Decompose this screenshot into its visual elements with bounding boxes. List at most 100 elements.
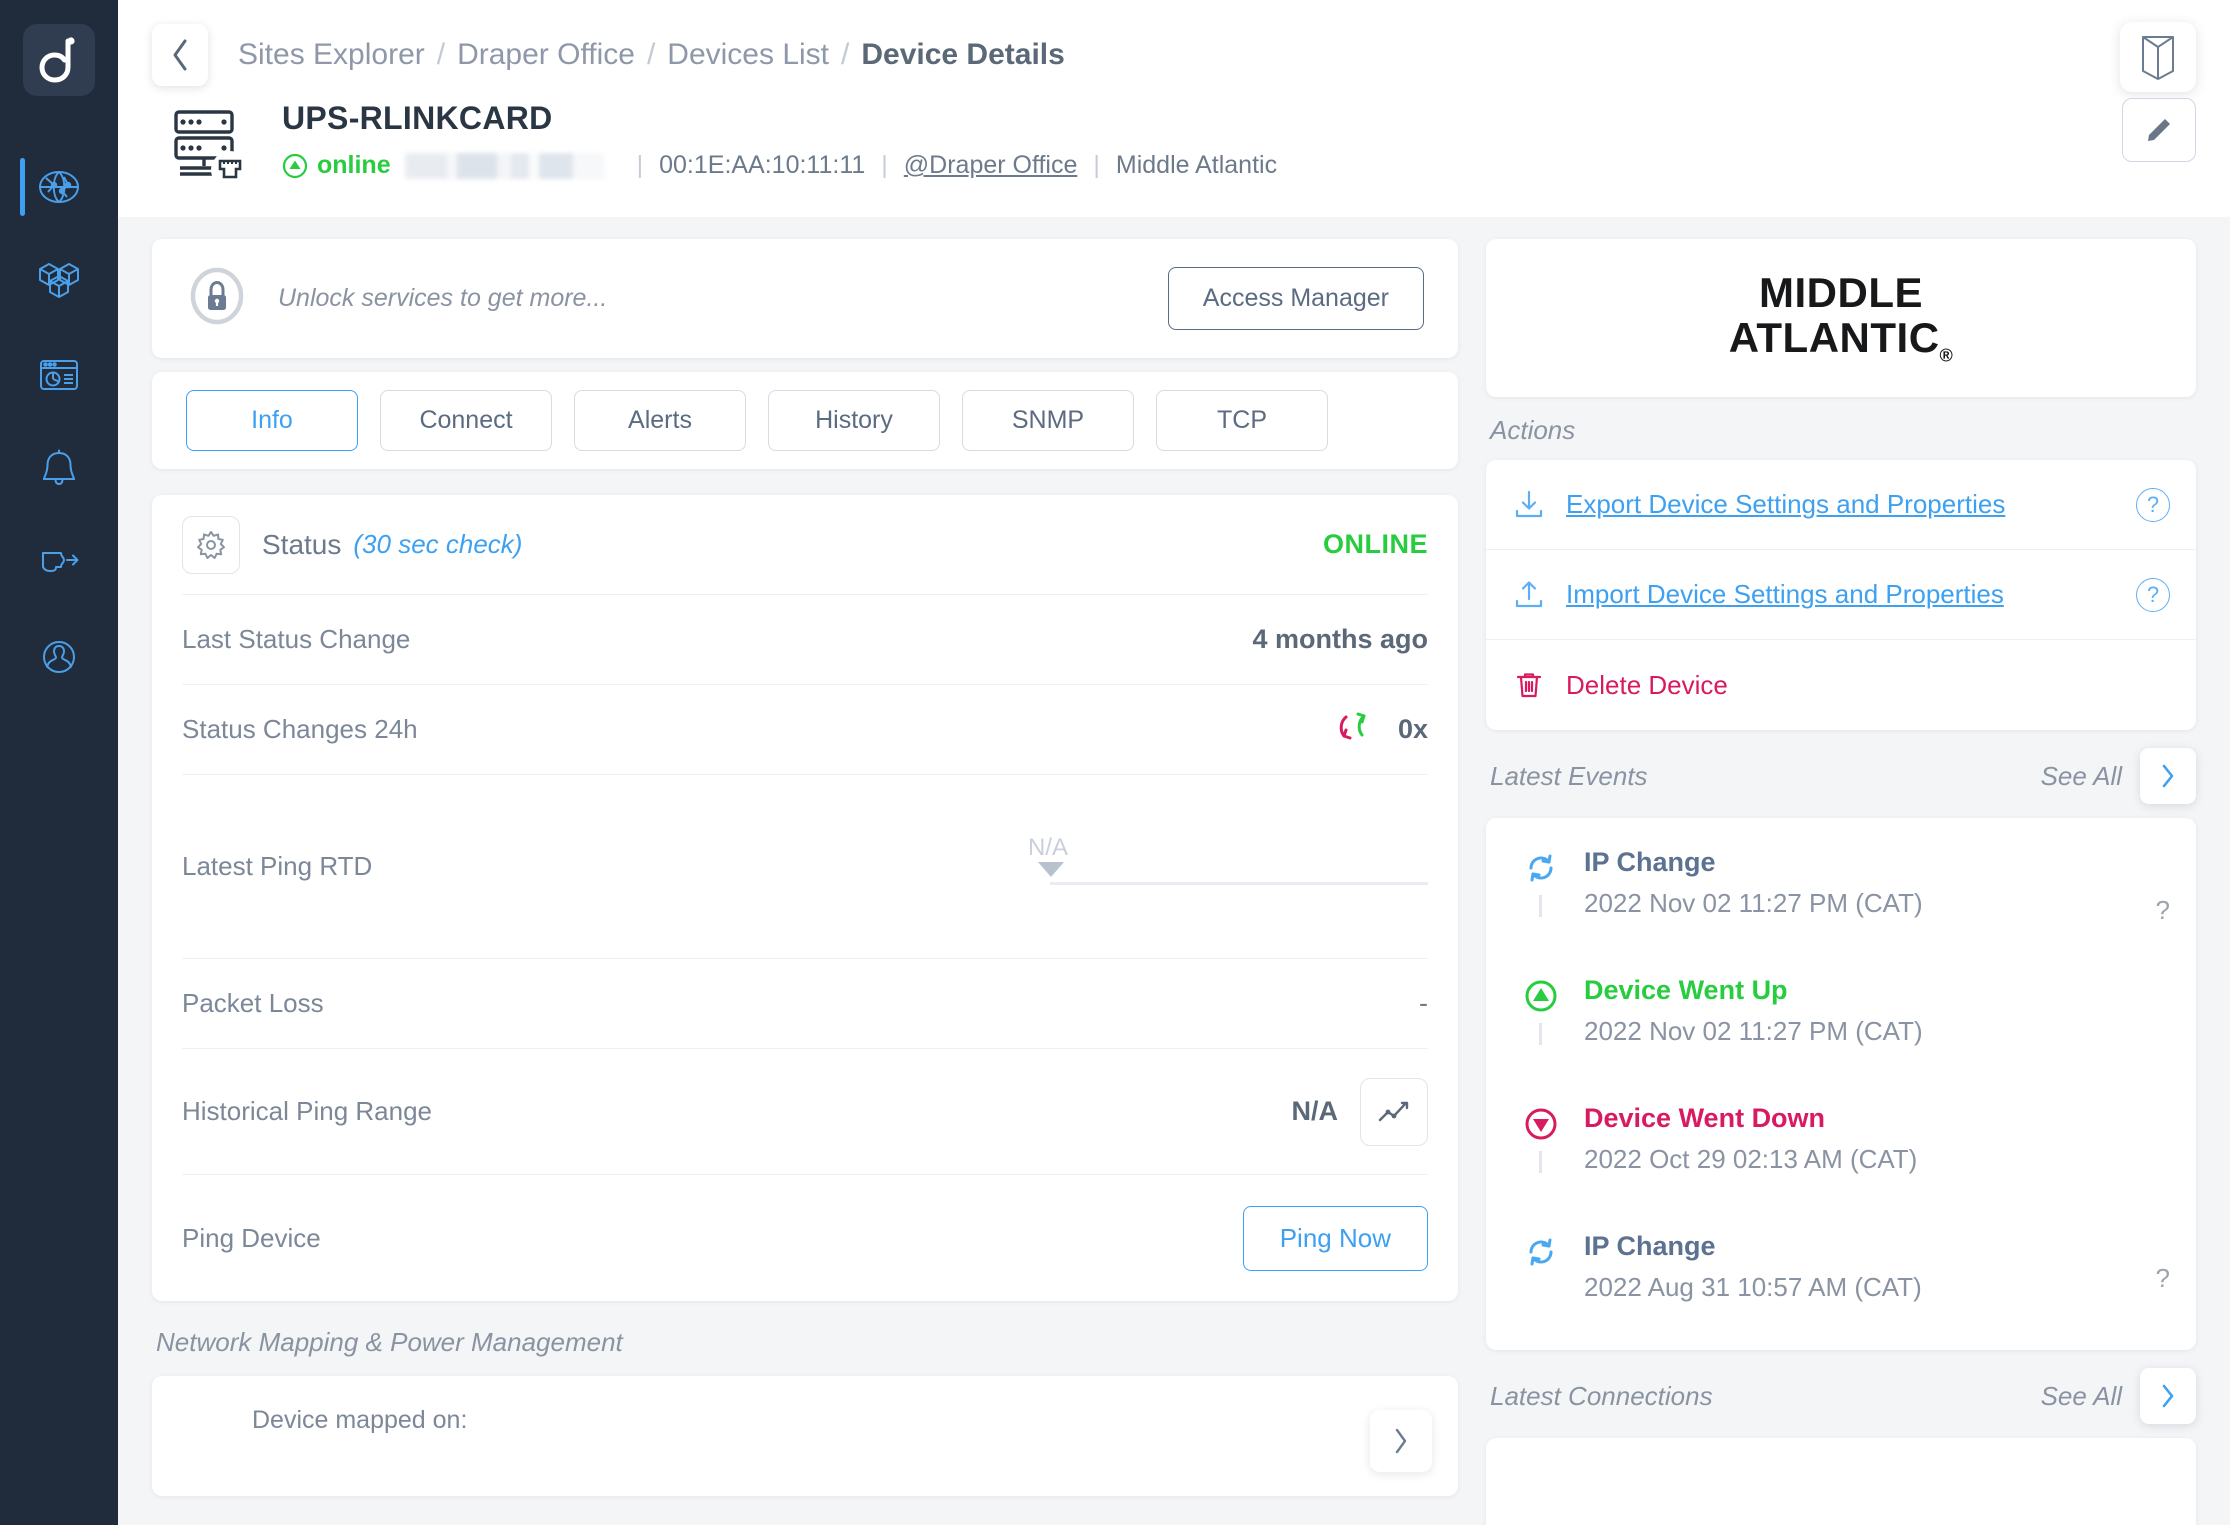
refresh-icon [1519, 1230, 1563, 1279]
book-icon [2142, 36, 2174, 80]
dashboard-icon [34, 353, 84, 397]
device-header: UPS-RLINKCARD online | 00:1E:AA:10:11:11 [152, 92, 2196, 217]
sidebar-item-sites-explorer[interactable] [0, 140, 118, 234]
edit-device-button[interactable] [2122, 98, 2196, 162]
brand-line-1: MIDDLE [1759, 268, 1923, 316]
breadcrumb-item-device-details: Device Details [861, 38, 1065, 71]
event-title: Device Went Down [1584, 1103, 1826, 1133]
device-ip-masked [404, 152, 605, 179]
action-delete-device[interactable]: Delete Device [1486, 640, 2196, 730]
ping-now-button[interactable]: Ping Now [1242, 1205, 1428, 1271]
chevron-right-icon [2162, 1384, 2174, 1408]
tab-history[interactable]: History [768, 390, 940, 451]
event-body: IP Change 2022 Nov 02 11:27 PM (CAT) [1584, 846, 2156, 919]
action-import-device-settings[interactable]: Import Device Settings and Properties ? [1486, 550, 2196, 640]
device-meta: online | 00:1E:AA:10:11:11 | @Draper Off… [282, 151, 1277, 180]
device-header-text: UPS-RLINKCARD online | 00:1E:AA:10:11:11 [282, 100, 1277, 180]
row-latest-ping-rtd: Latest Ping RTD N/A [182, 775, 1428, 959]
status-value: ONLINE [1322, 529, 1428, 559]
device-status: online [282, 151, 391, 180]
network-mapping-card: Device mapped on: [152, 1376, 1458, 1496]
row-value: N/A [1291, 1096, 1339, 1126]
action-label[interactable]: Import Device Settings and Properties [1566, 579, 2136, 610]
event-item[interactable]: Device Went Up 2022 Nov 02 11:27 PM (CAT… [1512, 974, 2170, 1102]
latest-events-next-button[interactable] [2140, 748, 2196, 804]
row-value-group: N/A [1291, 1077, 1428, 1146]
event-body: Device Went Down 2022 Oct 29 02:13 AM (C… [1584, 1102, 2170, 1175]
breadcrumb-item-sites-explorer[interactable]: Sites Explorer [238, 38, 425, 72]
latest-connections-title: Latest Connections [1490, 1380, 1713, 1411]
breadcrumb-separator: / [646, 38, 656, 71]
action-label[interactable]: Export Device Settings and Properties [1566, 489, 2136, 520]
unlock-banner: Unlock services to get more... Access Ma… [152, 239, 1458, 358]
tab-snmp[interactable]: SNMP [962, 390, 1134, 451]
event-help[interactable]: ? [2156, 895, 2170, 926]
boxes-icon [34, 259, 84, 303]
event-item[interactable]: Device Went Down 2022 Oct 29 02:13 AM (C… [1512, 1102, 2170, 1230]
status-label: Status [262, 528, 342, 560]
sidebar-item-inventory[interactable] [0, 234, 118, 328]
latest-connections-see-all[interactable]: See All [2041, 1381, 2122, 1412]
line-chart-icon[interactable] [1360, 1077, 1428, 1146]
event-body: IP Change 2022 Aug 31 10:57 AM (CAT) [1584, 1230, 2156, 1303]
row-value: 0x [1397, 714, 1428, 744]
tab-connect[interactable]: Connect [380, 390, 552, 451]
book-button[interactable] [2120, 22, 2196, 92]
help-icon[interactable]: ? [2136, 577, 2170, 612]
vendor-brand-card: MIDDLE ATLANTIC® [1486, 239, 2196, 397]
row-label: Historical Ping Range [182, 1096, 433, 1126]
event-help[interactable]: ? [2156, 1263, 2170, 1294]
tab-tcp[interactable]: TCP [1156, 390, 1328, 451]
content: Unlock services to get more... Access Ma… [118, 217, 2230, 1525]
back-button[interactable] [152, 24, 208, 86]
row-last-status-change: Last Status Change 4 months ago [182, 595, 1428, 685]
event-body: Device Went Up 2022 Nov 02 11:27 PM (CAT… [1584, 974, 2170, 1047]
breadcrumb-item-devices-list[interactable]: Devices List [667, 38, 829, 72]
event-time: 2022 Nov 02 11:27 PM (CAT) [1584, 1015, 1923, 1046]
gauge-marker [1038, 861, 1064, 877]
trash-icon [1512, 668, 1558, 702]
sidebar-item-account[interactable] [0, 610, 118, 704]
tab-info[interactable]: Info [186, 390, 358, 451]
domotz-logo[interactable] [23, 24, 95, 96]
latest-events-see-all[interactable]: See All [2041, 761, 2122, 792]
event-time: 2022 Nov 02 11:27 PM (CAT) [1584, 887, 1923, 918]
row-ping-device: Ping Device Ping Now [182, 1175, 1428, 1301]
bell-icon [35, 446, 83, 492]
event-rail [1512, 1102, 1570, 1173]
breadcrumb-item-draper-office[interactable]: Draper Office [457, 38, 635, 72]
sidebar-item-alerts[interactable] [0, 422, 118, 516]
network-mapping-next-button[interactable] [1370, 1410, 1432, 1472]
topbar: Sites Explorer / Draper Office / Devices… [118, 0, 2230, 217]
action-label[interactable]: Delete Device [1566, 670, 2170, 701]
tab-alerts[interactable]: Alerts [574, 390, 746, 451]
device-site-link[interactable]: @Draper Office [904, 151, 1078, 180]
meta-separator: | [881, 151, 888, 179]
gear-icon[interactable] [182, 515, 240, 574]
row-label: Status Changes 24h [182, 714, 418, 744]
action-export-device-settings[interactable]: Export Device Settings and Properties ? [1486, 460, 2196, 550]
right-column: MIDDLE ATLANTIC® Actions Export Device S… [1486, 239, 2196, 1525]
event-item[interactable]: IP Change 2022 Nov 02 11:27 PM (CAT) ? [1512, 846, 2170, 974]
upload-icon [1512, 578, 1558, 612]
sidebar-item-integrations[interactable] [0, 516, 118, 610]
meta-separator: | [1093, 151, 1100, 179]
row-label: Last Status Change [182, 624, 411, 654]
help-icon[interactable]: ? [2136, 487, 2170, 522]
event-title: IP Change [1584, 1231, 1716, 1261]
latest-events-card: IP Change 2022 Nov 02 11:27 PM (CAT) ? D… [1486, 818, 2196, 1350]
lock-icon [186, 265, 256, 332]
actions-title: Actions [1490, 415, 1576, 445]
device-mac: 00:1E:AA:10:11:11 [659, 151, 866, 179]
access-manager-button[interactable]: Access Manager [1167, 267, 1424, 330]
device-status-label: online [317, 151, 391, 179]
refresh-cycle-icon [1328, 700, 1380, 759]
sidebar-item-dashboard[interactable] [0, 328, 118, 422]
event-item[interactable]: IP Change 2022 Aug 31 10:57 AM (CAT) ? [1512, 1230, 2170, 1326]
latest-connections-next-button[interactable] [2140, 1368, 2196, 1424]
event-time: 2022 Oct 29 02:13 AM (CAT) [1584, 1143, 1918, 1174]
row-historical-ping-range: Historical Ping Range N/A [182, 1049, 1428, 1175]
device-vendor: Middle Atlantic [1115, 151, 1278, 179]
status-row: Status (30 sec check) ONLINE [182, 495, 1428, 595]
chevron-left-icon [173, 39, 187, 71]
